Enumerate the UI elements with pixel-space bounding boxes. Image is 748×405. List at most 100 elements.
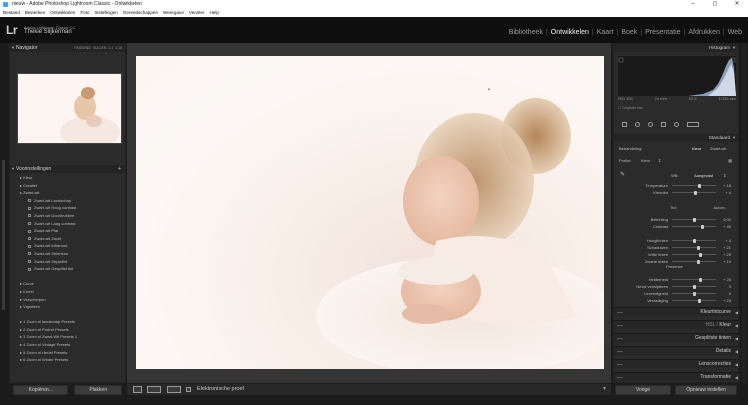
radial-filter-icon[interactable]	[674, 121, 679, 127]
left-panel-scrollbar[interactable]	[2, 160, 5, 310]
menu-foto[interactable]: Foto	[80, 9, 89, 17]
menu-bewerken[interactable]: Bewerken	[25, 9, 45, 17]
preset-folder[interactable]: ▸ Vignetten	[10, 303, 127, 311]
section-toggle-icon[interactable]: ⟷	[617, 360, 623, 369]
slider-value[interactable]: + 4	[725, 189, 731, 196]
navigator-header[interactable]: ▼ Navigator PASSEND VULLEN 1:1 1:16	[10, 44, 125, 52]
histogram-graph[interactable]	[618, 56, 736, 96]
spot-removal-icon[interactable]	[635, 121, 640, 127]
top-panel-toggle-icon[interactable]: ▲	[487, 86, 491, 91]
slider-value[interactable]: + 16	[723, 182, 731, 189]
wb-dropdown-icon[interactable]: ⇕	[723, 172, 726, 179]
slider-value[interactable]: 0	[729, 283, 731, 290]
zoom-custom[interactable]: 1:16	[115, 46, 122, 50]
main-photo[interactable]	[136, 56, 604, 369]
menu-gereedschappen[interactable]: Gereedschappen	[123, 9, 158, 17]
slider-track[interactable]	[672, 252, 716, 257]
original-photo-checkbox[interactable]: ☐	[618, 106, 621, 110]
slider-value[interactable]: + 28	[723, 276, 731, 283]
slider-track[interactable]	[672, 291, 716, 296]
slider-track[interactable]	[672, 224, 716, 229]
presets-header[interactable]: ▼ Voorinstellingen +	[10, 165, 125, 173]
slider-track[interactable]	[672, 259, 716, 264]
profile-dropdown-icon[interactable]: ⇕	[658, 157, 661, 164]
loupe-view-icon[interactable]	[133, 386, 142, 393]
slider-knob[interactable]	[697, 183, 701, 188]
slider-value[interactable]: + 4	[725, 237, 731, 244]
slider-track[interactable]	[672, 238, 716, 243]
preset-item[interactable]: Zwart-wit Plat	[10, 227, 127, 235]
slider-track[interactable]	[672, 190, 716, 195]
histogram-header[interactable]: Histogram ▼	[614, 44, 738, 52]
module-bibliotheek[interactable]: Bibliotheek	[509, 29, 543, 36]
menu-ontwikkelen[interactable]: Ontwikkelen	[50, 9, 75, 17]
section-header[interactable]: ⟷ Lenscorrecties ◀	[614, 359, 740, 368]
eyedropper-icon[interactable]: ✎	[620, 172, 625, 179]
preset-folder[interactable]: ▸ 2 Zoom.nl Portret Presets	[10, 326, 127, 334]
preset-folder[interactable]: ▸ Korrel	[10, 288, 127, 296]
slider-knob[interactable]	[697, 298, 701, 303]
before-after-icon[interactable]	[147, 386, 161, 393]
treatment-bw[interactable]: Zwart-wit	[710, 145, 726, 152]
section-toggle-icon[interactable]: ⟷	[617, 334, 623, 343]
preset-item[interactable]: Zwart-wit Doordrukken	[10, 212, 127, 220]
preset-item[interactable]: Zwart-wit Selenium	[10, 250, 127, 258]
slider-track[interactable]	[672, 284, 716, 289]
adjustment-brush-icon[interactable]	[687, 121, 699, 127]
section-header[interactable]: ⟷ Kleurtintcurve ◀	[614, 307, 740, 316]
preset-item[interactable]: Zwart-wit Hoog contrast	[10, 204, 127, 212]
red-eye-icon[interactable]	[648, 121, 653, 127]
slider-track[interactable]	[672, 217, 716, 222]
slider-knob[interactable]	[692, 284, 696, 289]
menu-bestand[interactable]: Bestand	[3, 9, 20, 17]
module-boek[interactable]: Boek	[621, 29, 637, 36]
graduated-filter-icon[interactable]	[661, 121, 666, 127]
preset-folder[interactable]: ▸ Curve	[10, 280, 127, 288]
slider-knob[interactable]	[693, 190, 697, 195]
preset-folder[interactable]: ▸ Zwart-wit	[10, 189, 127, 197]
profile-value[interactable]: Kleur	[641, 157, 650, 164]
preset-folder[interactable]: ▸ 6 Zoom.nl Winter Presets	[10, 356, 127, 364]
module-ontwikkelen[interactable]: Ontwikkelen	[551, 29, 589, 36]
module-afdrukken[interactable]: Afdrukken	[688, 29, 720, 36]
slider-knob[interactable]	[696, 245, 700, 250]
menu-help[interactable]: Help	[209, 9, 218, 17]
slider-track[interactable]	[672, 277, 716, 282]
module-web[interactable]: Web	[728, 29, 742, 36]
slider-track[interactable]	[672, 183, 716, 188]
preset-folder[interactable]: ▸ 5 Zoom.nl Herfst Presets	[10, 349, 127, 357]
profile-browser-icon[interactable]: ▦	[728, 157, 732, 164]
preset-folder[interactable]: ▸ Verscherpen	[10, 296, 127, 304]
menu-instellingen[interactable]: Instellingen	[95, 9, 118, 17]
section-toggle-icon[interactable]: ⟷	[617, 347, 623, 356]
section-header[interactable]: ⟷ Gesplitste tinten ◀	[614, 333, 740, 342]
slider-knob[interactable]	[701, 224, 705, 229]
paste-settings-button[interactable]: Plakken	[74, 385, 122, 395]
minimize-button[interactable]: –	[682, 0, 704, 9]
before-after-options-icon[interactable]	[167, 386, 181, 393]
module-kaart[interactable]: Kaart	[597, 29, 614, 36]
preset-folder[interactable]: ▸ 4 Zoom.nl Vintage Presets	[10, 341, 127, 349]
preset-item[interactable]: Zwart-wit Zacht	[10, 235, 127, 243]
slider-track[interactable]	[672, 298, 716, 303]
zoom-fit[interactable]: PASSEND	[74, 46, 90, 50]
wb-value[interactable]: Aangepast	[694, 172, 713, 179]
maximize-button[interactable]: ◻	[704, 0, 726, 9]
slider-value[interactable]: 0,00	[723, 216, 731, 223]
module-presentatie[interactable]: Presentatie	[645, 29, 680, 36]
toolbar-menu-chevron-icon[interactable]: ▼	[602, 386, 607, 392]
navigator-preview[interactable]	[17, 73, 122, 144]
reset-button[interactable]: Opnieuw instellen	[675, 385, 737, 395]
section-header[interactable]: ⟷ Transformatie ◀	[614, 372, 740, 381]
basic-header[interactable]: Standaard ▼	[614, 134, 738, 142]
preset-folder[interactable]: ▸ 3 Zoom.nl Zwart-Wit Presets 1	[10, 333, 127, 341]
zoom-1to1[interactable]: 1:1	[108, 46, 113, 50]
slider-knob[interactable]	[698, 252, 702, 257]
close-button[interactable]: ✕	[726, 0, 748, 9]
slider-knob[interactable]	[696, 259, 700, 264]
original-photo-label[interactable]: ☐ Originele foto	[618, 106, 643, 110]
preset-folder[interactable]: ▸ 1 Zoom.nl landschap Presets	[10, 318, 127, 326]
slider-value[interactable]: + 19	[723, 258, 731, 265]
section-header[interactable]: ⟷ HSL / Kleur ◀	[614, 320, 740, 329]
slider-value[interactable]: 0	[729, 290, 731, 297]
